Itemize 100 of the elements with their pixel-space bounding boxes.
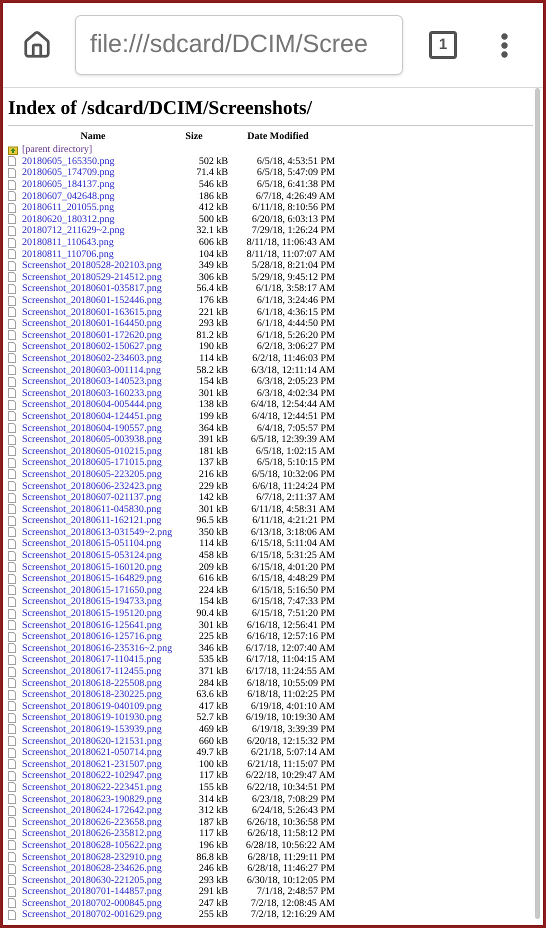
file-date: 6/19/18, 3:39:39 PM [250, 724, 335, 735]
file-link[interactable]: Screenshot_20180603-160233.png [22, 388, 182, 399]
file-link[interactable]: Screenshot_20180601-164450.png [22, 318, 182, 330]
file-link[interactable]: 20180605_184137.png [22, 179, 182, 190]
file-link[interactable]: Screenshot_20180611-162121.png [22, 515, 182, 526]
file-link[interactable]: 20180712_211629~2.png [22, 225, 182, 236]
column-header: Name [80, 130, 106, 144]
column-header: Size [184, 130, 204, 144]
file-link[interactable]: Screenshot_20180528-202103.png [22, 260, 182, 272]
file-date: 6/5/18, 10:32:06 PM [250, 468, 335, 480]
address-field[interactable]: file:///sdcard/DCIM/Scree [75, 15, 403, 75]
file-date: 7/2/18, 12:08:45 AM [250, 898, 335, 909]
file-size: 417 kB [198, 700, 228, 712]
file-link[interactable]: Screenshot_20180605-171015.png [22, 457, 182, 468]
file-link[interactable]: Screenshot_20180601-152446.png [22, 295, 182, 306]
file-link[interactable]: Screenshot_20180616-235316~2.png [22, 642, 182, 654]
file-size: 349 kB [198, 260, 228, 272]
file-link[interactable]: Screenshot_20180616-125716.png [22, 631, 182, 642]
file-link[interactable]: Screenshot_20180621-231507.png [22, 758, 182, 770]
file-size: 660 kB [198, 736, 228, 747]
file-link[interactable]: Screenshot_20180615-195120.png [22, 608, 182, 620]
file-size: 209 kB [198, 562, 228, 573]
file-link[interactable]: Screenshot_20180611-045830.png [22, 504, 182, 515]
file-size: 616 kB [198, 573, 228, 584]
file-link[interactable]: Screenshot_20180603-140523.png [22, 376, 182, 388]
file-date: 7/2/18, 12:16:29 AM [250, 909, 335, 920]
file-link[interactable]: Screenshot_20180601-035817.png [22, 283, 182, 294]
file-date: 6/15/18, 5:16:50 PM [250, 584, 335, 596]
file-link[interactable]: Screenshot_20180623-190829.png [22, 794, 182, 805]
file-link[interactable]: 20180611_201055.png [22, 202, 182, 214]
file-date: 6/19/18, 10:19:30 AM [244, 712, 335, 724]
file-link[interactable]: Screenshot_20180619-153939.png [22, 724, 182, 735]
file-link[interactable]: Screenshot_20180615-164829.png [22, 573, 182, 584]
file-link[interactable]: Screenshot_20180618-225508.png [22, 678, 182, 689]
file-link[interactable]: Screenshot_20180603-001114.png [22, 364, 182, 376]
file-link[interactable]: Screenshot_20180615-051104.png [22, 538, 182, 550]
file-link[interactable]: Screenshot_20180626-223658.png [22, 816, 182, 828]
file-link[interactable]: Screenshot_20180602-150627.png [22, 341, 182, 352]
file-link[interactable]: Screenshot_20180702-001629.png [22, 909, 182, 920]
file-link[interactable]: Screenshot_20180617-112455.png [22, 666, 182, 678]
file-link[interactable]: Screenshot_20180618-230225.png [22, 689, 182, 700]
file-link[interactable]: Screenshot_20180615-160120.png [22, 562, 182, 573]
file-link[interactable]: Screenshot_20180606-232423.png [22, 480, 182, 492]
column-header: Date Modified [246, 130, 310, 144]
file-link[interactable]: Screenshot_20180604-005444.png [22, 399, 182, 410]
file-link[interactable]: Screenshot_20180529-214512.png [22, 272, 182, 283]
menu-button[interactable] [501, 32, 508, 58]
file-link[interactable]: 20180605_174709.png [22, 167, 182, 178]
file-date: 6/4/18, 12:54:44 AM [250, 399, 335, 410]
file-link[interactable]: Screenshot_20180601-172620.png [22, 330, 182, 341]
file-link[interactable]: Screenshot_20180628-234626.png [22, 863, 182, 874]
file-link[interactable]: Screenshot_20180622-102947.png [22, 770, 182, 782]
file-link[interactable]: Screenshot_20180619-040109.png [22, 700, 182, 712]
file-date: 6/15/18, 7:47:33 PM [250, 596, 335, 608]
file-date: 7/29/18, 1:26:24 PM [250, 225, 335, 236]
file-size: 293 kB [198, 318, 228, 330]
file-link[interactable]: 20180605_165350.png [22, 156, 182, 167]
file-link[interactable]: Screenshot_20180702-000845.png [22, 898, 182, 909]
file-link[interactable]: Screenshot_20180604-190557.png [22, 422, 182, 434]
file-link[interactable]: Screenshot_20180605-223205.png [22, 468, 182, 480]
file-link[interactable]: Screenshot_20180628-105622.png [22, 840, 182, 851]
file-size: 176 kB [198, 295, 228, 306]
file-link[interactable]: Screenshot_20180613-031549~2.png [22, 526, 182, 538]
file-link[interactable]: 20180811_110643.png [22, 237, 182, 248]
file-link[interactable]: Screenshot_20180615-194733.png [22, 596, 182, 608]
parent-directory-link[interactable]: [parent directory] [22, 144, 92, 156]
file-link[interactable]: Screenshot_20180607-021137.png [22, 492, 182, 504]
file-link[interactable]: Screenshot_20180701-144857.png [22, 886, 182, 898]
file-link[interactable]: Screenshot_20180615-053124.png [22, 550, 182, 562]
tab-count-button[interactable]: 1 [429, 31, 457, 59]
file-link[interactable]: Screenshot_20180617-110415.png [22, 654, 182, 666]
file-size: 190 kB [198, 341, 228, 352]
file-link[interactable]: 20180607_042648.png [22, 190, 182, 202]
file-link[interactable]: Screenshot_20180622-223451.png [22, 782, 182, 793]
file-link[interactable]: Screenshot_20180630-221205.png [22, 874, 182, 886]
file-link[interactable]: Screenshot_20180615-171650.png [22, 584, 182, 596]
file-link[interactable]: 20180620_180312.png [22, 214, 182, 225]
file-link[interactable]: Screenshot_20180620-121531.png [22, 736, 182, 747]
file-link[interactable]: Screenshot_20180601-163615.png [22, 306, 182, 318]
file-date: 6/17/18, 12:07:40 AM [244, 642, 335, 654]
file-size: 63.6 kB [195, 689, 228, 700]
file-link[interactable]: Screenshot_20180605-003938.png [22, 434, 182, 446]
file-size: 246 kB [198, 863, 228, 874]
file-size: 52.7 kB [195, 712, 228, 724]
file-link[interactable]: 20180811_110706.png [22, 248, 182, 260]
file-size: 293 kB [198, 874, 228, 886]
file-link[interactable]: Screenshot_20180626-235812.png [22, 828, 182, 840]
file-link[interactable]: Screenshot_20180602-234603.png [22, 352, 182, 364]
file-size: 606 kB [198, 237, 228, 248]
file-link[interactable]: Screenshot_20180624-172642.png [22, 805, 182, 816]
file-link[interactable]: Screenshot_20180604-124451.png [22, 410, 182, 422]
file-link[interactable]: Screenshot_20180619-101930.png [22, 712, 182, 724]
file-date: 6/2/18, 11:46:03 PM [251, 352, 335, 364]
file-link[interactable]: Screenshot_20180616-125641.png [22, 620, 182, 631]
file-link[interactable]: Screenshot_20180621-050714.png [22, 747, 182, 758]
file-size: 138 kB [198, 399, 228, 410]
scrollbar[interactable] [535, 88, 540, 919]
file-link[interactable]: Screenshot_20180605-010215.png [22, 446, 182, 457]
file-size: 225 kB [198, 631, 228, 642]
file-link[interactable]: Screenshot_20180628-232910.png [22, 852, 182, 863]
